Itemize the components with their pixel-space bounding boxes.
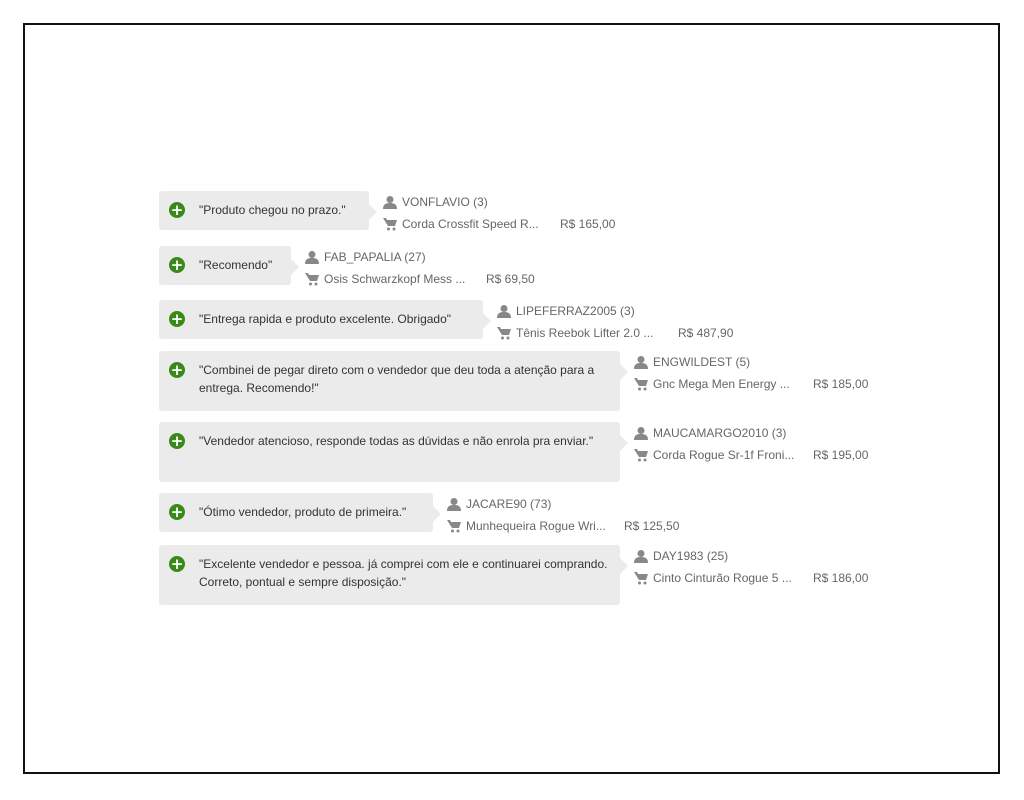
product-price: R$ 186,00 (813, 571, 869, 585)
comment-text: "Recomendo" (199, 258, 273, 272)
product-link[interactable]: Cinto Cinturão Rogue 5 ... (653, 567, 803, 589)
comment-bubble: + "Combinei de pegar direto com o vended… (159, 351, 628, 411)
user-icon (383, 196, 397, 209)
feedback-meta: MAUCAMARGO2010 (3) Corda Rogue Sr-1f Fro… (634, 422, 868, 466)
product-price: R$ 487,90 (678, 326, 734, 340)
buyer-name[interactable]: FAB_PAPALIA (27) (324, 246, 426, 268)
cart-icon (383, 218, 397, 231)
product-link[interactable]: Tênis Reebok Lifter 2.0 ... (516, 322, 668, 344)
cart-icon (305, 273, 319, 286)
user-icon (634, 550, 648, 563)
cart-icon (634, 572, 648, 585)
product-price: R$ 69,50 (486, 272, 535, 286)
buyer-name[interactable]: VONFLAVIO (3) (402, 191, 488, 213)
comment-text: "Entrega rapida e produto excelente. Obr… (199, 312, 452, 326)
cart-icon (497, 327, 511, 340)
cart-icon (634, 449, 648, 462)
product-link[interactable]: Corda Crossfit Speed R... (402, 213, 550, 235)
feedback-meta: DAY1983 (25) Cinto Cinturão Rogue 5 ... … (634, 545, 868, 589)
user-icon (634, 356, 648, 369)
comment-bubble: + "Produto chegou no prazo." (159, 191, 377, 230)
plus-circle-icon: + (169, 432, 185, 450)
product-link[interactable]: Osis Schwarzkopf Mess ... (324, 268, 482, 290)
product-price: R$ 125,50 (624, 519, 680, 533)
plus-circle-icon: + (169, 256, 185, 274)
cart-icon (447, 520, 461, 533)
plus-circle-icon: + (169, 310, 185, 328)
comment-text: "Produto chegou no prazo." (199, 203, 346, 217)
feedback-row: + "Excelente vendedor e pessoa. já compr… (159, 545, 868, 605)
cart-icon (634, 378, 648, 391)
plus-circle-icon: + (169, 361, 185, 379)
user-icon (634, 427, 648, 440)
feedback-meta: FAB_PAPALIA (27) Osis Schwarzkopf Mess .… (305, 246, 535, 290)
feedback-row: + "Ótimo vendedor, produto de primeira."… (159, 493, 679, 537)
plus-circle-icon: + (169, 503, 185, 521)
feedback-meta: JACARE90 (73) Munhequeira Rogue Wri... R… (447, 493, 679, 537)
comment-text: "Combinei de pegar direto com o vendedor… (199, 363, 595, 395)
comment-bubble: + "Excelente vendedor e pessoa. já compr… (159, 545, 628, 605)
comment-bubble: + "Ótimo vendedor, produto de primeira." (159, 493, 441, 532)
feedback-row: + "Recomendo" FAB_PAPALIA (27) Osis Schw… (159, 246, 535, 290)
product-price: R$ 165,00 (560, 217, 616, 231)
feedback-row: + "Produto chegou no prazo." VONFLAVIO (… (159, 191, 615, 235)
user-icon (497, 305, 511, 318)
comment-bubble: + "Vendedor atencioso, responde todas as… (159, 422, 628, 482)
buyer-name[interactable]: JACARE90 (73) (466, 493, 551, 515)
comment-text: "Vendedor atencioso, responde todas as d… (199, 434, 594, 448)
feedback-row: + "Entrega rapida e produto excelente. O… (159, 300, 733, 344)
comment-text: "Ótimo vendedor, produto de primeira." (199, 505, 407, 519)
product-link[interactable]: Corda Rogue Sr-1f Froni... (653, 444, 803, 466)
feedback-meta: VONFLAVIO (3) Corda Crossfit Speed R... … (383, 191, 615, 235)
product-price: R$ 185,00 (813, 377, 869, 391)
feedback-meta: ENGWILDEST (5) Gnc Mega Men Energy ... R… (634, 351, 868, 395)
product-link[interactable]: Gnc Mega Men Energy ... (653, 373, 803, 395)
comment-text: "Excelente vendedor e pessoa. já comprei… (199, 557, 608, 589)
feedback-row: + "Vendedor atencioso, responde todas as… (159, 422, 868, 482)
product-price: R$ 195,00 (813, 448, 869, 462)
feedback-meta: LIPEFERRAZ2005 (3) Tênis Reebok Lifter 2… (497, 300, 733, 344)
product-link[interactable]: Munhequeira Rogue Wri... (466, 515, 618, 537)
buyer-name[interactable]: LIPEFERRAZ2005 (3) (516, 300, 635, 322)
buyer-name[interactable]: DAY1983 (25) (653, 545, 728, 567)
plus-circle-icon: + (169, 201, 185, 219)
user-icon (305, 251, 319, 264)
buyer-name[interactable]: ENGWILDEST (5) (653, 351, 750, 373)
feedback-row: + "Combinei de pegar direto com o vended… (159, 351, 868, 411)
plus-circle-icon: + (169, 555, 185, 573)
comment-bubble: + "Entrega rapida e produto excelente. O… (159, 300, 491, 339)
user-icon (447, 498, 461, 511)
buyer-name[interactable]: MAUCAMARGO2010 (3) (653, 422, 786, 444)
comment-bubble: + "Recomendo" (159, 246, 299, 285)
